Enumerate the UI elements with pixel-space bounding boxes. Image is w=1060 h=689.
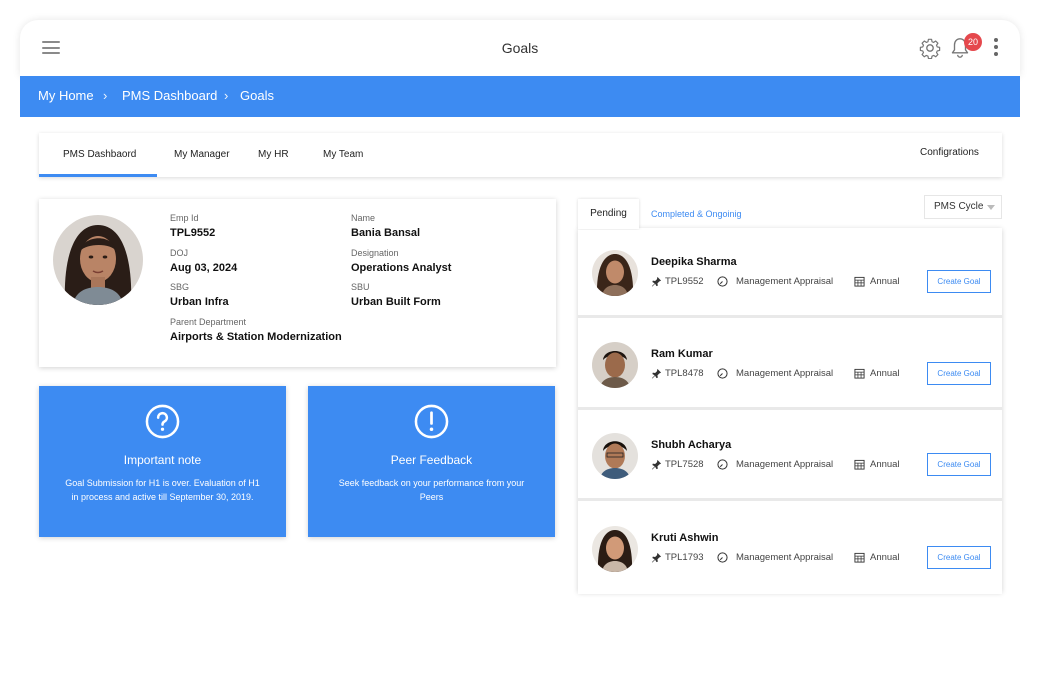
doj-value: Aug 03, 2024 (170, 262, 238, 274)
appraisal-type: Management Appraisal (736, 459, 834, 470)
tab-pms-dashboard[interactable]: PMS Dashbaord (63, 149, 136, 160)
pin-icon (651, 552, 662, 563)
clock-icon (717, 552, 728, 563)
tab-my-hr[interactable]: My HR (258, 149, 289, 160)
pin-icon (651, 276, 662, 287)
sbg-label: SBG (170, 282, 190, 292)
pms-cycle-select[interactable]: PMS Cycle (924, 195, 1002, 219)
appraisal-period: Annual (870, 459, 900, 470)
employee-name: Shubh Acharya (651, 439, 732, 451)
parent-department-value: Airports & Station Modernization (170, 331, 342, 343)
create-goal-button[interactable]: Create Goal (927, 270, 991, 293)
avatar (592, 433, 638, 479)
gear-icon[interactable] (919, 37, 941, 59)
pin-icon (651, 459, 662, 470)
parent-department-label: Parent Department (170, 317, 247, 327)
create-goal-button[interactable]: Create Goal (927, 453, 991, 476)
breadcrumb-pms-dashboard[interactable]: PMS Dashboard (122, 88, 217, 103)
calendar-icon (854, 368, 865, 379)
list-item: Ram Kumar TPL8478 Management Appraisal A… (578, 322, 1002, 410)
peer-feedback-text: Seek feedback on your performance from y… (338, 478, 525, 502)
employee-id: TPL7528 (665, 459, 704, 470)
appraisal-type: Management Appraisal (736, 552, 834, 563)
appraisal-period: Annual (870, 552, 900, 563)
list-item: Deepika Sharma TPL9552 Management Apprai… (578, 230, 1002, 318)
calendar-icon (854, 459, 865, 470)
tab-my-team[interactable]: My Team (323, 149, 363, 160)
avatar (592, 250, 638, 296)
breadcrumb-my-home[interactable]: My Home (38, 88, 94, 103)
chevron-right-icon: › (103, 88, 108, 103)
sbu-value: Urban Built Form (351, 296, 441, 308)
clock-icon (717, 459, 728, 470)
chevron-down-icon (987, 205, 995, 210)
profile-card: Emp Id TPL9552 Name Bania Bansal DOJ Aug… (39, 199, 556, 367)
list-item: Shubh Acharya TPL7528 Management Apprais… (578, 413, 1002, 501)
question-circle-icon (145, 404, 180, 439)
nav-tabs: PMS Dashbaord My Manager My HR My Team C… (39, 133, 1002, 177)
notification-badge: 20 (964, 33, 982, 51)
tab-completed-ongoing[interactable]: Completed & Ongoinig (651, 209, 742, 219)
tab-my-manager[interactable]: My Manager (174, 149, 230, 160)
emp-id-label: Emp Id (170, 213, 199, 223)
appraisal-type: Management Appraisal (736, 368, 834, 379)
appraisal-period: Annual (870, 276, 900, 287)
clock-icon (717, 276, 728, 287)
calendar-icon (854, 276, 865, 287)
employee-name: Ram Kumar (651, 348, 713, 360)
clock-icon (717, 368, 728, 379)
employee-id: TPL8478 (665, 368, 704, 379)
emp-id-value: TPL9552 (170, 227, 216, 239)
doj-label: DOJ (170, 248, 188, 258)
pms-cycle-select-value: PMS Cycle (934, 201, 984, 212)
peer-feedback-card[interactable]: Peer Feedback Seek feedback on your perf… (308, 386, 555, 537)
list-item: Kruti Ashwin TPL1793 Management Appraisa… (578, 506, 1002, 594)
sbu-label: SBU (351, 282, 370, 292)
designation-value: Operations Analyst (351, 262, 452, 274)
create-goal-button[interactable]: Create Goal (927, 546, 991, 569)
employee-name: Kruti Ashwin (651, 532, 719, 544)
active-tab-indicator (39, 174, 157, 177)
tab-configurations[interactable]: Configrations (920, 147, 979, 158)
chevron-right-icon: › (224, 88, 229, 103)
avatar (592, 342, 638, 388)
calendar-icon (854, 552, 865, 563)
breadcrumb: My Home › PMS Dashboard › Goals (20, 76, 1020, 117)
breadcrumb-goals: Goals (240, 88, 274, 103)
important-note-card[interactable]: Important note Goal Submission for H1 is… (39, 386, 286, 537)
exclamation-circle-icon (414, 404, 449, 439)
peer-feedback-title: Peer Feedback (390, 453, 473, 467)
employee-name: Deepika Sharma (651, 256, 737, 268)
page-title: Goals (501, 40, 539, 56)
create-goal-button[interactable]: Create Goal (927, 362, 991, 385)
avatar (592, 526, 638, 572)
pin-icon (651, 368, 662, 379)
tab-pending[interactable]: Pending (578, 199, 639, 229)
appraisal-type: Management Appraisal (736, 276, 834, 287)
name-value: Bania Bansal (351, 227, 421, 239)
important-note-text: Goal Submission for H1 is over. Evaluati… (65, 478, 260, 502)
employee-id: TPL9552 (665, 276, 704, 287)
sbg-value: Urban Infra (170, 296, 229, 308)
important-note-title: Important note (123, 453, 202, 467)
appraisal-period: Annual (870, 368, 900, 379)
name-label: Name (351, 213, 376, 223)
designation-label: Designation (351, 248, 399, 258)
employee-id: TPL1793 (665, 552, 704, 563)
avatar (53, 215, 143, 305)
top-bar: Goals 20 (20, 20, 1020, 76)
more-options-icon[interactable] (993, 38, 999, 58)
